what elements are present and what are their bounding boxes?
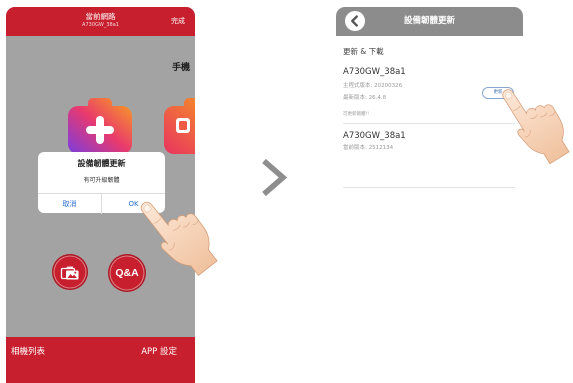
done-button[interactable]: 完成	[171, 17, 185, 26]
top-bar: 設備韌體更新	[336, 7, 523, 36]
section-title: 更新 & 下載	[343, 47, 384, 56]
camera-tile-button[interactable]	[164, 98, 195, 154]
update-available-note: 可更新韌體!!	[343, 112, 370, 117]
album-button[interactable]	[52, 254, 88, 290]
cancel-button[interactable]: 取消	[38, 194, 102, 214]
qa-button[interactable]: Q&A	[108, 254, 146, 292]
device-name: A730GW_38a1	[343, 67, 406, 77]
firmware-list-item: A730GW_38a1 當前版本: 2512134	[343, 124, 515, 188]
tab-app-settings[interactable]: APP 設定	[141, 347, 177, 357]
network-title: 當前網路	[85, 12, 116, 21]
right-phone-screen: 設備韌體更新 更新 & 下載 A730GW_38a1 主程式版本: 202003…	[336, 7, 523, 192]
update-button[interactable]: 更新	[482, 87, 514, 99]
page-title: 設備韌體更新	[403, 16, 455, 26]
firmware-update-dialog: 設備韌體更新 有可升級韌體 取消 OK	[38, 152, 165, 214]
dialog-message: 有可升級韌體	[83, 177, 120, 184]
main-firmware-version: 主程式版本: 20200326	[343, 83, 403, 89]
add-camera-icon	[68, 98, 132, 154]
ok-button[interactable]: OK	[102, 194, 165, 214]
section-heading: 手機	[172, 63, 191, 73]
latest-version: 最新版本: 26.4.8	[343, 95, 387, 101]
firmware-list-item: A730GW_38a1 主程式版本: 20200326 最新版本: 26.4.8…	[343, 62, 515, 124]
current-version: 當前版本: 2512134	[343, 145, 394, 151]
network-name: A730GW_38a1	[82, 22, 119, 28]
top-bar: 當前網路 A730GW_38a1 完成	[6, 7, 195, 36]
left-phone-screen: 當前網路 A730GW_38a1 完成 手機 Q&A 設備韌體更新 有可升級韌體…	[6, 7, 195, 383]
qa-label: Q&A	[115, 267, 139, 279]
bottom-tab-bar: 相機列表 APP 設定	[6, 337, 195, 383]
dialog-title: 設備韌體更新	[77, 159, 126, 168]
chevron-right-icon	[262, 158, 288, 197]
device-name: A730GW_38a1	[343, 131, 406, 141]
add-camera-button[interactable]	[68, 98, 132, 154]
album-icon	[60, 266, 79, 280]
photo-camera-icon	[164, 98, 195, 154]
dialog-actions: 取消 OK	[38, 193, 165, 214]
tab-camera-list[interactable]: 相機列表	[11, 347, 45, 357]
